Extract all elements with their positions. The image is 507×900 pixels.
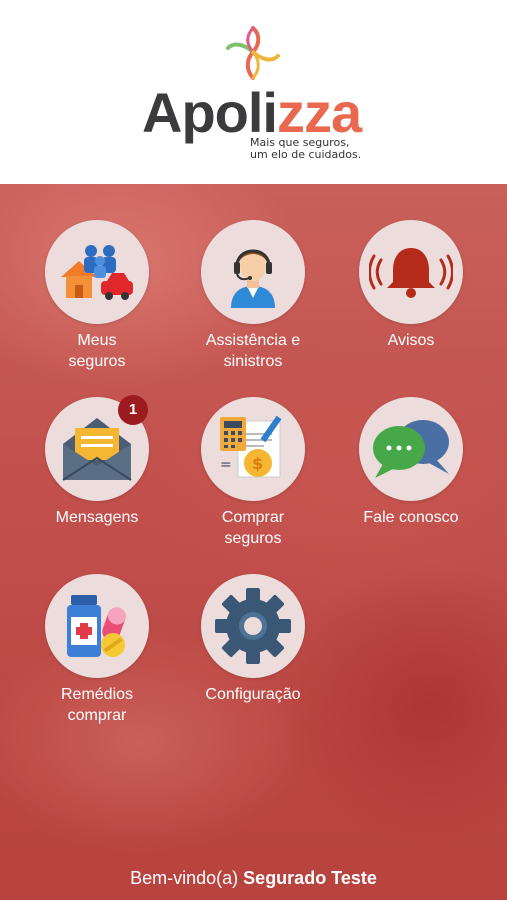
support-agent-icon: [201, 220, 305, 324]
menu-tile-mensagens[interactable]: 1 Mensagens: [27, 395, 167, 547]
messages-count-badge: 1: [118, 395, 148, 425]
brand-tagline: Mais que seguros, um elo de cuidados.: [250, 137, 361, 161]
menu-tile-remedios[interactable]: Remédios comprar: [27, 574, 167, 724]
menu-label-mensagens: Mensagens: [55, 509, 139, 526]
menu-label-remedios-2: comprar: [67, 707, 127, 724]
tagline-line2: um elo de cuidados.: [250, 148, 362, 161]
gear-icon: [201, 574, 305, 678]
menu-label-comprar-seguros-1: Comprar: [221, 509, 285, 526]
logo-knot-icon: [226, 26, 280, 80]
medicine-icon: [45, 574, 149, 678]
menu-tile-avisos[interactable]: Avisos: [341, 220, 481, 370]
welcome-footer: Bem-vindo(a) Segurado Teste: [0, 856, 507, 900]
menu-tile-configuracao[interactable]: Configuração: [183, 574, 323, 724]
chat-bubbles-icon: [359, 397, 463, 501]
menu-label-assistencia-2: sinistros: [223, 353, 283, 370]
family-house-car-icon: [45, 220, 149, 324]
menu-label-meus-seguros-2: seguros: [68, 353, 126, 370]
user-name: Segurado Teste: [243, 868, 377, 888]
menu-label-avisos: Avisos: [387, 332, 435, 349]
menu-label-meus-seguros-1: Meus: [77, 332, 117, 349]
menu-tile-assistencia[interactable]: Assistência e sinistros: [183, 220, 323, 370]
menu-label-remedios-1: Remédios: [60, 686, 134, 703]
svg-text:=: =: [220, 457, 232, 473]
menu-grid: Meus seguros Assistência e sinistros Avi…: [0, 184, 507, 856]
menu-label-assistencia-1: Assistência e: [205, 332, 301, 349]
menu-tile-comprar-seguros[interactable]: = $ Comprar seguros: [183, 397, 323, 547]
calculator-document-icon: = $: [201, 397, 305, 501]
menu-tile-fale-conosco[interactable]: Fale conosco: [341, 397, 481, 547]
welcome-greeting: Bem-vindo(a): [130, 868, 239, 888]
brand-name-part2: zza: [276, 81, 362, 144]
menu-tile-meus-seguros[interactable]: Meus seguros: [27, 220, 167, 370]
menu-label-comprar-seguros-2: seguros: [224, 530, 282, 547]
app-header: Apolizza Mais que seguros, um elo de cui…: [0, 0, 507, 184]
menu-label-configuracao: Configuração: [205, 686, 301, 703]
brand-name-part1: Apoli: [142, 81, 278, 144]
svg-text:$: $: [252, 454, 263, 473]
menu-label-fale-conosco: Fale conosco: [363, 509, 459, 526]
bell-icon: [359, 220, 463, 324]
